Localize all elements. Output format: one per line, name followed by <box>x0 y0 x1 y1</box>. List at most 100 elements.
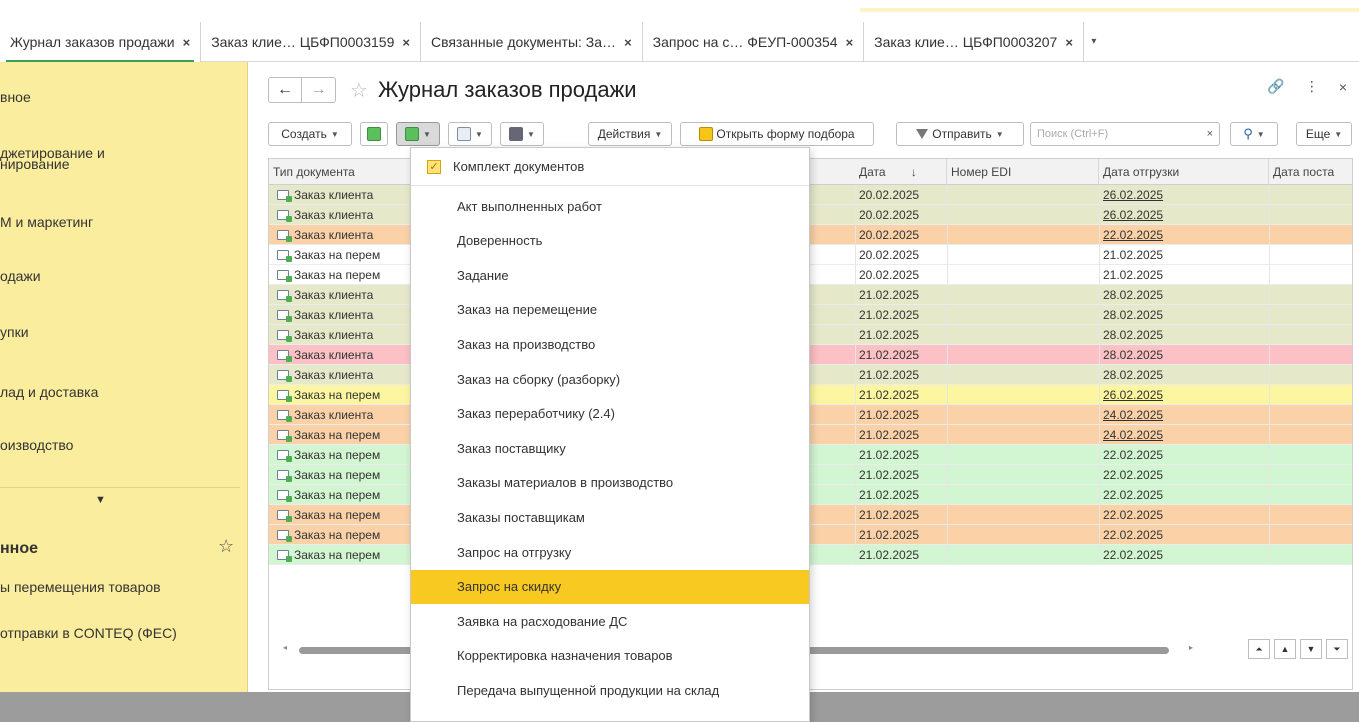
send-dropdown[interactable]: Отправить ▼ <box>896 122 1024 146</box>
create-based-on-dropdown[interactable]: ▼ <box>396 122 440 146</box>
cell-ship-date[interactable]: 26.02.2025 <box>1099 185 1269 205</box>
cell-document-type: Заказ клиента <box>273 205 413 225</box>
scroll-left-icon[interactable]: ◂ <box>283 643 287 652</box>
clear-icon[interactable]: × <box>1207 128 1213 140</box>
tab-related-documents[interactable]: Связанные документы: За… × <box>421 22 643 62</box>
scroll-to-bottom-icon[interactable]: ⏷ <box>1326 639 1348 659</box>
cell-ship-date[interactable]: 22.02.2025 <box>1099 225 1269 245</box>
create-based-button[interactable] <box>360 122 388 146</box>
menu-item[interactable]: Заказы поставщикам <box>411 500 809 534</box>
cell-document-type: Заказ на перем <box>273 445 413 465</box>
back-button[interactable]: ← <box>268 77 302 103</box>
cell-ship-date[interactable]: 26.02.2025 <box>1099 205 1269 225</box>
sidebar-item-production[interactable]: оизводство <box>0 436 73 454</box>
search-button[interactable]: ⚲ ▼ <box>1230 122 1278 146</box>
menu-item[interactable]: Заявка на расходование ДС <box>411 604 809 638</box>
more-vertical-icon[interactable]: ⋮ <box>1305 78 1319 95</box>
close-icon[interactable]: × <box>402 35 410 50</box>
menu-item[interactable]: Передача выпущенной продукции на склад <box>411 673 809 707</box>
cell-ship-date[interactable]: 24.02.2025 <box>1099 405 1269 425</box>
link-icon[interactable]: 🔗 <box>1267 78 1284 95</box>
actions-dropdown[interactable]: Действия ▼ <box>588 122 672 146</box>
column-separator <box>947 445 948 465</box>
star-icon[interactable]: ☆ <box>218 536 234 557</box>
cell-ship-date[interactable]: 24.02.2025 <box>1099 425 1269 445</box>
cell-text: Заказ на перем <box>294 528 381 542</box>
sidebar-item-planning[interactable]: нирование <box>0 155 70 173</box>
menu-item[interactable]: Заказ на сборку (разборку) <box>411 362 809 396</box>
cell-document-type: Заказ клиента <box>273 405 413 425</box>
sidebar-item-main[interactable]: вное <box>0 88 31 106</box>
close-icon[interactable]: × <box>624 35 632 50</box>
open-selection-form-button[interactable]: Открыть форму подбора <box>680 122 874 146</box>
column-header-ship-date[interactable]: Дата отгрузки <box>1099 159 1269 185</box>
tab-customer-order-3207[interactable]: Заказ клие… ЦБФП0003207 × <box>864 22 1084 62</box>
menu-item[interactable]: Акт выполненных работ <box>411 189 809 223</box>
tab-customer-order-3159[interactable]: Заказ клие… ЦБФП0003159 × <box>201 22 421 62</box>
column-separator <box>1099 405 1100 425</box>
caret-down-icon: ▼ <box>527 129 535 139</box>
column-separator <box>1099 345 1100 365</box>
cell-text: Заказ клиента <box>294 188 374 202</box>
column-separator <box>855 405 856 425</box>
menu-item[interactable]: Запрос на скидку <box>411 569 809 604</box>
create-button[interactable]: Создать ▼ <box>268 122 352 146</box>
scroll-down-icon[interactable]: ▼ <box>1300 639 1322 659</box>
menu-item[interactable]: Корректировка назначения товаров <box>411 639 809 673</box>
column-separator <box>1269 185 1270 205</box>
more-button[interactable]: Еще ▼ <box>1296 122 1352 146</box>
close-icon[interactable]: × <box>183 35 191 50</box>
checkbox-checked-icon[interactable]: ✓ <box>427 159 441 174</box>
column-header-date[interactable]: Дата ↓ <box>855 159 947 185</box>
column-separator <box>947 265 948 285</box>
top-accent-bar <box>0 0 1359 14</box>
sidebar-item-crm[interactable]: М и маркетинг <box>0 213 93 231</box>
star-icon[interactable]: ☆ <box>350 78 368 103</box>
menu-item[interactable]: Заказы материалов в производство <box>411 466 809 500</box>
document-add-icon <box>367 127 381 141</box>
column-separator <box>855 225 856 245</box>
column-separator <box>1269 345 1270 365</box>
tab-request-354[interactable]: Запрос на с… ФЕУП-000354 × <box>643 22 865 62</box>
menu-item[interactable]: Запрос на отгрузку <box>411 535 809 569</box>
cell-date: 21.02.2025 <box>859 468 920 482</box>
column-header-type[interactable]: Тип документа <box>269 159 411 185</box>
menu-item-document-set[interactable]: ✓ Комплект документов <box>411 148 809 186</box>
chevron-down-icon[interactable]: ▼ <box>95 494 106 506</box>
column-separator <box>1099 225 1100 245</box>
column-header-edi[interactable]: Номер EDI <box>947 159 1099 185</box>
tab-sales-orders-journal[interactable]: Журнал заказов продажи × <box>0 22 202 62</box>
scroll-right-icon[interactable]: ▸ <box>1189 643 1193 652</box>
menu-item[interactable]: Заказ переработчику (2.4) <box>411 397 809 431</box>
cell-text: Заказ клиента <box>294 408 374 422</box>
scroll-up-icon[interactable]: ▲ <box>1274 639 1296 659</box>
favorite-item-transfers[interactable]: ы перемещения товаров <box>0 578 161 596</box>
column-separator <box>1269 425 1270 445</box>
scroll-to-top-icon[interactable]: ⏶ <box>1248 639 1270 659</box>
tabs-more-chevron-icon[interactable]: ▾ <box>1084 22 1104 61</box>
document-icon <box>277 490 292 502</box>
close-icon[interactable]: × <box>846 35 854 50</box>
print-dropdown[interactable]: ▼ <box>500 122 544 146</box>
menu-item[interactable]: Заказ поставщику <box>411 431 809 465</box>
favorite-item-conteq[interactable]: отправки в CONTEQ (ФЕС) <box>0 624 177 642</box>
sidebar-item-sales[interactable]: одажи <box>0 267 41 285</box>
search-input[interactable]: Поиск (Ctrl+F) × <box>1030 122 1220 146</box>
cell-ship-date: 28.02.2025 <box>1103 308 1164 322</box>
menu-item[interactable]: Передача товаров хранителю <box>411 708 809 722</box>
more-label: Еще <box>1305 127 1331 141</box>
reports-dropdown[interactable]: ▼ <box>448 122 492 146</box>
cell-ship-date: 22.02.2025 <box>1103 468 1164 482</box>
sidebar-item-warehouse[interactable]: лад и доставка <box>0 383 98 401</box>
menu-item[interactable]: Доверенность <box>411 224 809 258</box>
menu-item[interactable]: Задание <box>411 258 809 292</box>
cell-text: Заказ на перем <box>294 388 381 402</box>
cell-ship-date[interactable]: 26.02.2025 <box>1099 385 1269 405</box>
close-icon[interactable]: × <box>1339 79 1347 95</box>
menu-item[interactable]: Заказ на производство <box>411 327 809 361</box>
menu-item[interactable]: Заказ на перемещение <box>411 293 809 327</box>
column-header-post-date[interactable]: Дата поста <box>1269 159 1352 185</box>
forward-button[interactable]: → <box>302 77 336 103</box>
sidebar-item-purchases[interactable]: упки <box>0 323 29 341</box>
close-icon[interactable]: × <box>1065 35 1073 50</box>
